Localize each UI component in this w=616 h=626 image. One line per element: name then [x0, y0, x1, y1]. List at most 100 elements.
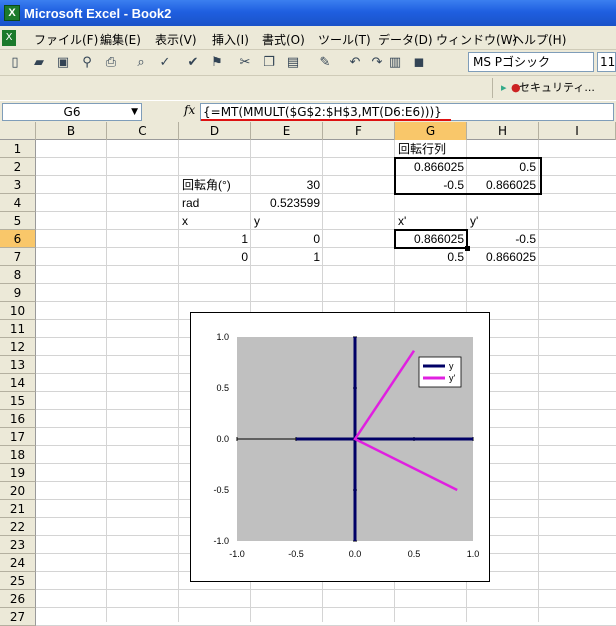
row-header-22[interactable]: 22: [0, 518, 36, 536]
cell-g5[interactable]: x': [395, 212, 467, 230]
cell-d5[interactable]: x: [179, 212, 251, 230]
column-header-h[interactable]: H: [467, 122, 539, 140]
column-header-i[interactable]: I: [539, 122, 616, 140]
redo-icon[interactable]: ↷: [368, 54, 386, 72]
row-header-16[interactable]: 16: [0, 410, 36, 428]
row-header-7[interactable]: 7: [0, 248, 36, 266]
menu-edit[interactable]: 編集(E): [100, 31, 141, 48]
column-header-g[interactable]: G: [395, 122, 467, 140]
copy-icon[interactable]: ❐: [260, 54, 278, 72]
excel-icon: X: [4, 5, 20, 21]
row-header-14[interactable]: 14: [0, 374, 36, 392]
chevron-down-icon[interactable]: ▼: [131, 104, 138, 120]
help-icon[interactable]: ◼: [410, 54, 428, 72]
cell-h7[interactable]: 0.866025: [467, 248, 539, 266]
menu-insert[interactable]: 挿入(I): [212, 31, 249, 48]
row-header-27[interactable]: 27: [0, 608, 36, 626]
font-size-select[interactable]: 11: [597, 52, 616, 72]
legend-label: y': [449, 373, 456, 383]
column-header-d[interactable]: D: [179, 122, 251, 140]
row-header-8[interactable]: 8: [0, 266, 36, 284]
row-header-9[interactable]: 9: [0, 284, 36, 302]
x-tick-label: 0.0: [349, 549, 362, 559]
cell-e4[interactable]: 0.523599: [251, 194, 323, 212]
workbook-icon[interactable]: X: [2, 30, 16, 46]
column-header-c[interactable]: C: [107, 122, 179, 140]
row-header-18[interactable]: 18: [0, 446, 36, 464]
menu-data[interactable]: データ(D): [378, 31, 433, 48]
security-button[interactable]: ▸ ● セキュリティ...: [492, 78, 616, 98]
cell-e7[interactable]: 1: [251, 248, 323, 266]
menu-window[interactable]: ウィンドウ(W): [436, 31, 517, 48]
column-header-f[interactable]: F: [323, 122, 395, 140]
cell-d7[interactable]: 0: [179, 248, 251, 266]
row-header-5[interactable]: 5: [0, 212, 36, 230]
open-icon[interactable]: ▰: [30, 54, 48, 72]
menu-tools[interactable]: ツール(T): [318, 31, 371, 48]
row-header-1[interactable]: 1: [0, 140, 36, 158]
security-toolbar: ▸ ● セキュリティ...: [0, 76, 616, 100]
row-header-17[interactable]: 17: [0, 428, 36, 446]
cell-g7[interactable]: 0.5: [395, 248, 467, 266]
fill-handle[interactable]: [465, 246, 470, 251]
row-header-24[interactable]: 24: [0, 554, 36, 572]
title-bar: X Microsoft Excel - Book2: [0, 0, 616, 26]
row-header-26[interactable]: 26: [0, 590, 36, 608]
row-header-19[interactable]: 19: [0, 464, 36, 482]
undo-icon[interactable]: ↶: [346, 54, 364, 72]
x-tick-label: 1.0: [467, 549, 480, 559]
cell-d6[interactable]: 1: [179, 230, 251, 248]
cell-h5[interactable]: y': [467, 212, 539, 230]
row-gridline: [36, 301, 616, 302]
research-icon[interactable]: ✔: [184, 54, 202, 72]
worksheet-grid[interactable]: B C D E F G H I 1 2 3 4 5 6 7 8 9 10 11 12 13 14 15 16 1…: [0, 122, 616, 626]
print-icon[interactable]: ⎙: [102, 54, 120, 72]
chart-icon[interactable]: ▥: [386, 54, 404, 72]
cell-g1[interactable]: 回転行列: [395, 140, 467, 158]
row-gridline: [36, 589, 616, 590]
row-header-4[interactable]: 4: [0, 194, 36, 212]
formula-input[interactable]: {=MT(MMULT($G$2:$H$3,MT(D6:E6)))}: [200, 103, 614, 121]
formula-text: {=MT(MMULT($G$2:$H$3,MT(D6:E6)))}: [203, 105, 442, 119]
select-all[interactable]: [0, 122, 36, 140]
permission-icon[interactable]: ⚲: [78, 54, 96, 72]
cell-h6[interactable]: -0.5: [467, 230, 539, 248]
save-icon[interactable]: ▣: [54, 54, 72, 72]
menu-view[interactable]: 表示(V): [155, 31, 197, 48]
cell-e5[interactable]: y: [251, 212, 323, 230]
fx-icon[interactable]: fx: [184, 103, 195, 117]
print-preview-icon[interactable]: ⌕: [132, 54, 150, 72]
row-header-3[interactable]: 3: [0, 176, 36, 194]
paste-icon[interactable]: ▤: [284, 54, 302, 72]
security-label: セキュリティ...: [519, 81, 595, 94]
cell-e3[interactable]: 30: [251, 176, 323, 194]
research2-icon[interactable]: ⚑: [208, 54, 226, 72]
spelling-icon[interactable]: ✓: [156, 54, 174, 72]
row-header-25[interactable]: 25: [0, 572, 36, 590]
cut-icon[interactable]: ✂: [236, 54, 254, 72]
window-title: Microsoft Excel - Book2: [24, 6, 172, 21]
name-box[interactable]: G6 ▼: [2, 103, 142, 121]
menu-help[interactable]: ヘルプ(H): [512, 31, 566, 48]
row-header-11[interactable]: 11: [0, 320, 36, 338]
row-header-13[interactable]: 13: [0, 356, 36, 374]
row-header-10[interactable]: 10: [0, 302, 36, 320]
row-header-15[interactable]: 15: [0, 392, 36, 410]
cell-d3[interactable]: 回転角(°): [179, 176, 251, 194]
format-painter-icon[interactable]: ✎: [316, 54, 334, 72]
row-header-6[interactable]: 6: [0, 230, 36, 248]
column-header-e[interactable]: E: [251, 122, 323, 140]
row-header-2[interactable]: 2: [0, 158, 36, 176]
row-header-20[interactable]: 20: [0, 482, 36, 500]
cell-d4[interactable]: rad: [179, 194, 251, 212]
scatter-chart[interactable]: -1.0 -0.5 0.0 0.5 1.0 1.0 0.5 0.0 -0.5 -1.0 y y': [190, 312, 490, 582]
row-header-23[interactable]: 23: [0, 536, 36, 554]
cell-e6[interactable]: 0: [251, 230, 323, 248]
column-header-b[interactable]: B: [36, 122, 107, 140]
menu-file[interactable]: ファイル(F): [34, 31, 98, 48]
new-icon[interactable]: ▯: [6, 54, 24, 72]
row-header-12[interactable]: 12: [0, 338, 36, 356]
menu-format[interactable]: 書式(O): [262, 31, 305, 48]
font-name-select[interactable]: MS Pゴシック: [468, 52, 594, 72]
row-header-21[interactable]: 21: [0, 500, 36, 518]
